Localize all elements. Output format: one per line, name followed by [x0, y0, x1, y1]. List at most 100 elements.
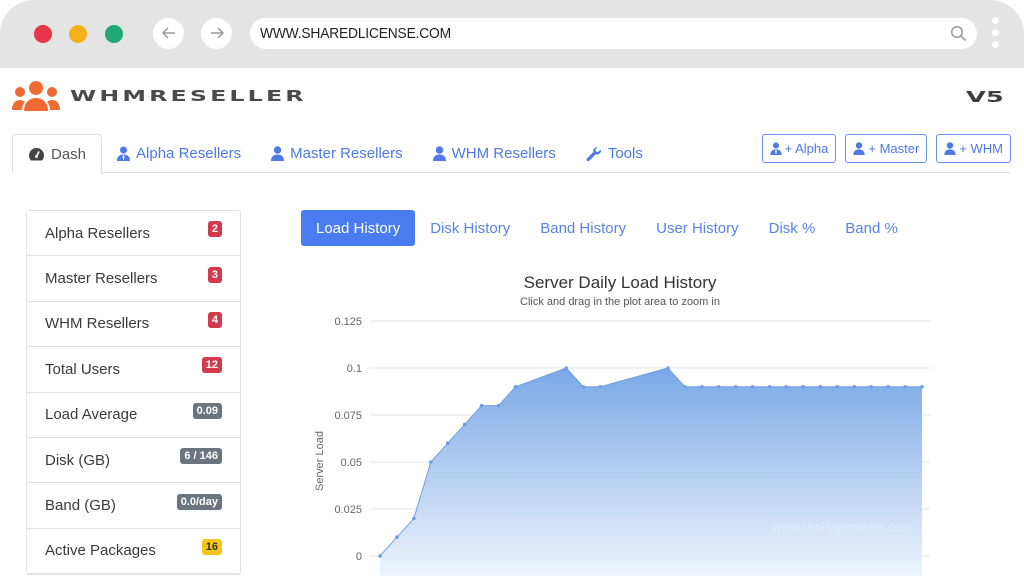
load-history-chart[interactable]: Server Daily Load History Click and drag… [300, 265, 960, 576]
count-badge: 2 [207, 221, 222, 238]
tab-label: WHM Resellers [451, 145, 556, 162]
data-point[interactable] [666, 366, 670, 370]
stat-label: Disk (GB) [45, 451, 110, 469]
data-point[interactable] [750, 385, 755, 389]
count-badge: 4 [207, 311, 222, 328]
back-button[interactable] [153, 18, 184, 49]
add-buttons-group: + Alpha + Master + WHM [761, 134, 1011, 163]
data-point[interactable] [733, 385, 738, 389]
user-icon [944, 142, 956, 155]
stat-label: Active Packages [45, 542, 156, 560]
stats-list: Alpha Resellers 2 Master Resellers 3 WHM R… [26, 210, 241, 576]
data-point[interactable] [564, 366, 569, 370]
value-badge: 0.0/day [176, 493, 222, 510]
stat-load-average: Load Average 0.09 [27, 393, 240, 438]
add-button-label: + WHM [959, 141, 1003, 156]
stat-label: Master Resellers [45, 270, 158, 288]
tab-master-resellers[interactable]: Master Resellers [256, 134, 418, 173]
logo-text: WHMRESELLER [70, 87, 307, 105]
tab-label: Tools [607, 145, 643, 162]
forward-button[interactable] [201, 18, 232, 49]
data-point[interactable] [378, 554, 382, 558]
add-master-button[interactable]: + Master [845, 134, 928, 163]
arrow-right-icon [210, 27, 224, 39]
tab-whm-resellers[interactable]: WHM Resellers [418, 134, 571, 173]
count-badge: 16 [201, 538, 222, 555]
tab-alpha-resellers[interactable]: Alpha Resellers [102, 134, 256, 173]
dashboard-gauge-icon [29, 147, 44, 160]
stat-total-users: Total Users 12 [27, 347, 240, 393]
tab-tools[interactable]: Tools [571, 134, 658, 173]
y-tick-label: 0 [356, 551, 362, 563]
add-button-label: + Master [868, 141, 920, 156]
arrow-left-icon [161, 27, 175, 39]
data-point[interactable] [903, 385, 907, 389]
data-point[interactable] [852, 385, 857, 389]
user-icon [432, 146, 446, 161]
tab-load-history[interactable]: Load History [301, 210, 416, 246]
users-group-icon [12, 81, 60, 111]
data-point[interactable] [429, 460, 433, 464]
data-point[interactable] [598, 385, 602, 389]
stat-disk: Disk (GB) 6 / 146 [27, 438, 240, 484]
y-tick-label: 0.075 [334, 410, 362, 422]
add-whm-button[interactable]: + WHM [936, 134, 1011, 163]
tab-dash[interactable]: Dash [12, 134, 103, 174]
value-badge: 6 / 146 [180, 448, 222, 465]
data-point[interactable] [513, 385, 518, 389]
y-tick-label: 0.125 [334, 316, 362, 328]
data-point[interactable] [412, 516, 416, 521]
app-logo[interactable]: WHMRESELLER [12, 80, 304, 112]
browser-menu-icon[interactable] [992, 17, 1000, 53]
maximize-window-button[interactable] [105, 25, 123, 43]
tab-band-history[interactable]: Band History [525, 210, 641, 246]
count-badge: 12 [201, 357, 222, 374]
address-bar[interactable]: WWW.SHAREDLICENSE.COM [250, 18, 977, 49]
data-point[interactable] [700, 385, 704, 389]
stat-master-resellers: Master Resellers 3 [27, 256, 240, 302]
minimize-window-button[interactable] [69, 25, 87, 43]
close-window-button[interactable] [34, 25, 52, 43]
data-point[interactable] [395, 535, 399, 539]
data-point[interactable] [683, 385, 687, 389]
user-icon [271, 146, 285, 161]
search-icon[interactable] [950, 25, 967, 42]
stat-label: Alpha Resellers [45, 224, 151, 242]
data-point[interactable] [767, 385, 772, 389]
data-point[interactable] [835, 385, 840, 389]
stat-band: Band (GB) 0.0/day [27, 483, 240, 529]
stat-label: Load Average [45, 406, 138, 424]
y-tick-label: 0.05 [341, 457, 362, 469]
load-area [380, 368, 922, 576]
value-badge: 0.09 [192, 402, 222, 419]
tab-disk-history[interactable]: Disk History [415, 210, 525, 246]
data-point[interactable] [801, 385, 806, 389]
add-button-label: + Alpha [784, 141, 829, 156]
data-point[interactable] [716, 385, 721, 389]
stat-whm-resellers: WHM Resellers 4 [27, 302, 240, 348]
user-tie-icon [769, 142, 782, 155]
data-point[interactable] [818, 385, 823, 389]
data-point[interactable] [581, 385, 586, 389]
stat-label: WHM Resellers [45, 315, 150, 333]
tab-disk-percent[interactable]: Disk % [754, 210, 831, 246]
data-point[interactable] [784, 385, 789, 389]
stat-alpha-resellers: Alpha Resellers 2 [27, 211, 240, 257]
data-point[interactable] [920, 385, 924, 389]
data-point[interactable] [479, 403, 484, 408]
tab-band-percent[interactable]: Band % [830, 210, 913, 246]
tab-label: Master Resellers [290, 145, 403, 162]
data-point[interactable] [462, 422, 467, 427]
stat-active-packages: Active Packages 16 [27, 529, 240, 575]
user-icon [853, 142, 865, 155]
tab-user-history[interactable]: User History [641, 210, 754, 246]
add-alpha-button[interactable]: + Alpha [761, 134, 837, 163]
y-tick-label: 0.1 [347, 363, 362, 375]
data-point[interactable] [496, 403, 501, 408]
data-point[interactable] [445, 441, 450, 445]
y-axis-label: Server Load [314, 431, 326, 491]
data-point[interactable] [886, 385, 890, 389]
data-point[interactable] [869, 385, 873, 389]
tab-label: Alpha Resellers [136, 145, 242, 162]
chart-plot[interactable]: 0 0.025 0.05 0.075 0.1 0.125 Server Load www.… [300, 265, 960, 576]
